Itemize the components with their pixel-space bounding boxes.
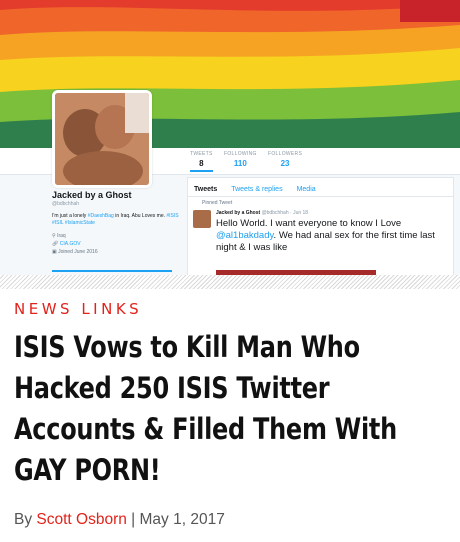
link-text[interactable]: CIA.GOV — [60, 241, 81, 247]
calendar-icon: ▣ — [52, 249, 57, 255]
bio-text: in Iraq. Abu Loves me. — [113, 213, 167, 219]
tweet-author[interactable]: Jacked by a Ghost — [216, 210, 260, 216]
profile-bio: Jacked by a Ghost @bdbchhah I'm just a l… — [52, 190, 182, 256]
profile-handle[interactable]: @bdbchhah — [52, 201, 182, 207]
bio-text: I'm just a lonely — [52, 213, 88, 219]
tab-media[interactable]: Media — [297, 186, 316, 193]
location-text: Iraq — [57, 233, 66, 239]
stat-value: 8 — [199, 159, 204, 168]
profile-meta: ⚲ Iraq 🔗︎ CIA.GOV ▣ Joined June 2016 — [52, 232, 182, 256]
author-link[interactable]: Scott Osborn — [36, 511, 126, 528]
tab-tweets-replies[interactable]: Tweets & replies — [231, 186, 282, 193]
hatch-divider — [0, 275, 460, 289]
profile-avatar — [52, 90, 152, 188]
pinned-label: Pinned Tweet — [202, 200, 233, 206]
location-icon: ⚲ — [52, 233, 56, 239]
tab-tweets[interactable]: Tweets — [194, 186, 217, 193]
stat-label: FOLLOWING — [224, 151, 257, 157]
bio-hashtag[interactable]: #DaeshBag — [88, 213, 114, 219]
tweet-text: Hello World. I want everyone to know I L… — [216, 218, 448, 254]
profile-name: Jacked by a Ghost — [52, 190, 132, 200]
stat-label: TWEETS — [190, 151, 213, 157]
byline-separator: | — [126, 511, 140, 528]
stat-value: 23 — [280, 159, 290, 168]
featured-image: TWEETS 8 FOLLOWING 110 FOLLOWERS 23 Jack… — [0, 0, 460, 275]
stat-value: 110 — [233, 159, 247, 168]
category-label[interactable]: NEWS LINKS — [14, 300, 142, 318]
article-headline[interactable]: ISIS Vows to Kill Man Who Hacked 250 ISI… — [14, 327, 419, 491]
link-icon: 🔗︎ — [52, 241, 59, 247]
feed-tabs: Tweets Tweets & replies Media — [188, 178, 453, 197]
stat-tweets[interactable]: TWEETS 8 — [190, 151, 213, 172]
tweet-text-part: Hello World. I want everyone to know I L… — [216, 218, 402, 229]
tweet-handle-date: @bdbchhah · Jun 18 — [261, 210, 309, 216]
stat-following[interactable]: FOLLOWING 110 — [224, 151, 257, 168]
tweet-feed: Tweets Tweets & replies Media Pinned Tweet… — [187, 177, 454, 275]
tweet-mention[interactable]: @al1bakdady — [216, 230, 274, 241]
stat-label: FOLLOWERS — [268, 151, 303, 157]
profile-description: I'm just a lonely #DaeshBag in Iraq. Abu… — [52, 213, 182, 227]
tweet-header: Jacked by a Ghost @bdbchhah · Jun 18 — [216, 210, 308, 216]
tweet-avatar[interactable] — [193, 210, 211, 228]
publish-date: May 1, 2017 — [139, 511, 225, 528]
stat-followers[interactable]: FOLLOWERS 23 — [268, 151, 302, 168]
profile-location: ⚲ Iraq — [52, 232, 182, 240]
byline-prefix: By — [14, 511, 37, 528]
joined-text: Joined June 2016 — [58, 249, 98, 255]
profile-joined: ▣ Joined June 2016 — [52, 248, 182, 256]
byline: By Scott Osborn | May 1, 2017 — [14, 511, 225, 529]
profile-link: 🔗︎ CIA.GOV — [52, 240, 182, 248]
profile-divider — [52, 270, 172, 272]
